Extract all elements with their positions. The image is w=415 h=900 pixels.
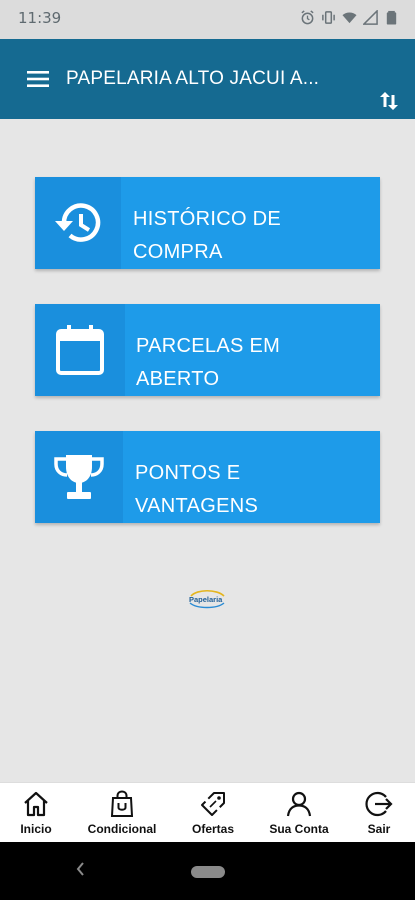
app-bar: PAPELARIA ALTO JACUI A... <box>0 39 415 119</box>
back-icon[interactable] <box>74 860 88 878</box>
tag-icon <box>201 792 225 816</box>
sort-icon[interactable] <box>377 89 401 113</box>
nav-item-sua-conta[interactable]: Sua Conta <box>264 783 334 843</box>
status-icons <box>300 10 399 25</box>
bottom-navigation: Inicio Condicional Ofertas Sua Conta Sai… <box>0 782 415 842</box>
status-bar: 11:39 <box>0 0 415 39</box>
card-icon-area <box>35 304 125 396</box>
card-icon-area <box>35 431 123 523</box>
card-label-line: PARCELAS EM <box>136 335 281 357</box>
card-icon-area <box>35 177 121 269</box>
vibrate-icon <box>322 11 335 24</box>
system-navigation-bar <box>0 842 415 900</box>
nav-label: Ofertas <box>191 822 235 836</box>
shopping-bag-icon <box>110 790 134 817</box>
papelaria-logo: Papelaria <box>187 588 227 610</box>
card-label-line: VANTAGENS <box>135 495 259 517</box>
card-label-line: COMPRA <box>133 241 223 263</box>
home-icon <box>24 791 48 817</box>
nav-item-sair[interactable]: Sair <box>361 783 397 843</box>
nav-label: Sua Conta <box>269 822 329 836</box>
logo-text: Papelaria <box>189 595 223 604</box>
nav-label: Condicional <box>87 822 157 836</box>
status-time: 11:39 <box>18 9 62 27</box>
nav-label: Inicio <box>20 822 52 836</box>
user-icon <box>286 791 312 817</box>
points-card[interactable]: PONTOS E VANTAGENS <box>35 431 380 523</box>
installments-card-label: PARCELAS EM ABERTO <box>136 330 280 396</box>
signal-icon <box>363 10 378 25</box>
card-label-line: ABERTO <box>136 368 220 390</box>
points-card-label: PONTOS E VANTAGENS <box>135 457 258 523</box>
trophy-icon <box>54 455 104 499</box>
installments-card[interactable]: PARCELAS EM ABERTO <box>35 304 380 396</box>
nav-item-condicional[interactable]: Condicional <box>80 783 164 843</box>
nav-item-inicio[interactable]: Inicio <box>14 783 58 843</box>
nav-item-ofertas[interactable]: Ofertas <box>186 783 240 843</box>
history-card[interactable]: HISTÓRICO DE COMPRA <box>35 177 380 269</box>
wifi-icon <box>342 12 357 24</box>
battery-icon <box>386 10 397 25</box>
app-title: PAPELARIA ALTO JACUI A... <box>66 68 320 89</box>
nav-label: Sair <box>367 822 391 836</box>
logout-icon <box>365 791 393 817</box>
card-label-line: PONTOS E <box>135 462 241 484</box>
history-icon <box>55 203 101 242</box>
card-label-line: HISTÓRICO DE <box>133 208 282 230</box>
history-card-label: HISTÓRICO DE COMPRA <box>133 203 281 269</box>
alarm-icon <box>301 10 314 25</box>
home-pill[interactable] <box>191 866 225 878</box>
calendar-icon <box>56 325 104 375</box>
menu-icon[interactable] <box>26 69 50 89</box>
